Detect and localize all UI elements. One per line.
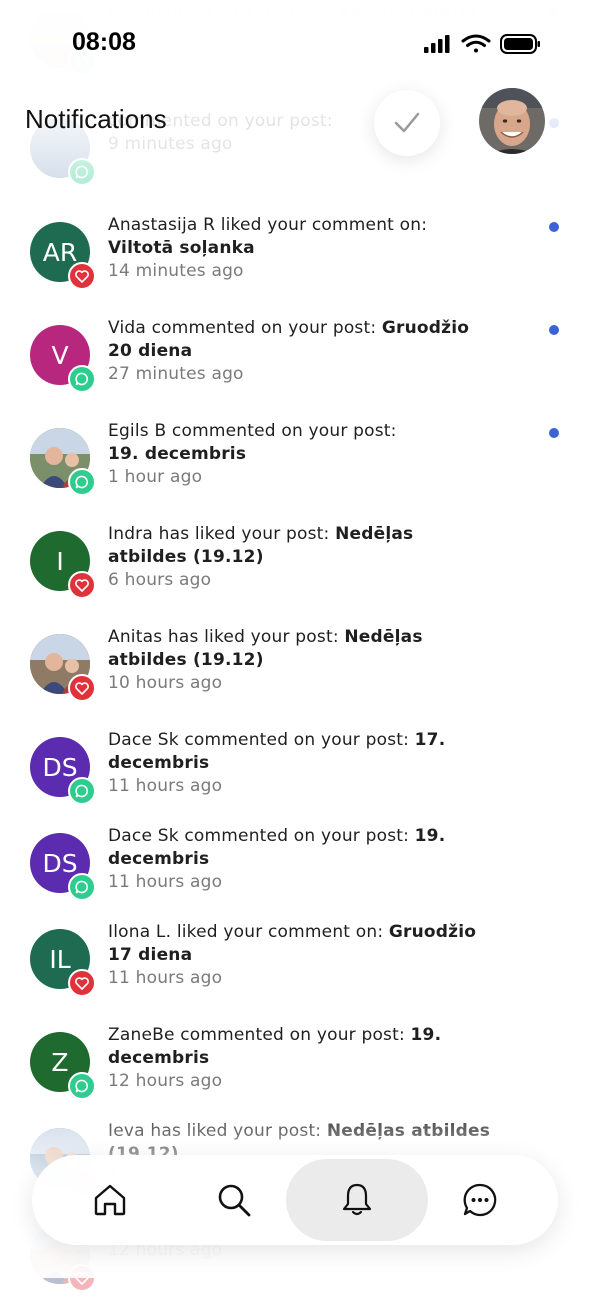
timestamp: 1 hour ago — [108, 467, 203, 487]
comment-badge — [68, 365, 96, 393]
heart-icon — [75, 269, 89, 283]
comment-bubble-icon — [75, 880, 88, 894]
notification-text: Egils B commented on your post: 19. dece… — [108, 420, 538, 488]
timestamp: 27 minutes ago — [108, 364, 244, 384]
action-text: liked your comment on: — [171, 922, 389, 942]
like-badge — [68, 571, 96, 599]
notification-text: Vida commented on your post: Gruodžio 20… — [108, 317, 493, 385]
comment-badge — [68, 873, 96, 901]
notification-row[interactable]: DS Dace Sk commented on your post: 19. de… — [0, 823, 590, 919]
heart-icon — [75, 681, 89, 695]
actor-name: Anastasija R — [108, 215, 216, 235]
actor-name: Egils B — [108, 421, 167, 441]
bell-icon — [342, 1183, 372, 1216]
timestamp: 11 hours ago — [108, 776, 223, 796]
page-title: Notifications — [25, 104, 167, 134]
notification-text: Ilona L. liked your comment on: Gruodžio… — [108, 921, 493, 989]
timestamp: 11 hours ago — [108, 968, 223, 988]
notification-text: Anastasija R liked your comment on: Vilt… — [108, 214, 538, 282]
timestamp: 10 hours ago — [108, 673, 223, 693]
actor-name: Dace Sk — [108, 826, 179, 846]
action-text: has liked your post: — [153, 524, 336, 544]
heart-icon — [75, 976, 89, 990]
notification-row[interactable]: DS Dace Sk commented on your post: 17. de… — [0, 727, 590, 823]
actor-name: Anitas — [108, 627, 163, 647]
comment-badge — [68, 468, 96, 496]
like-badge — [68, 262, 96, 290]
comment-badge — [68, 1072, 96, 1100]
status-bar-time: 08:08 — [72, 28, 136, 56]
profile-avatar[interactable] — [479, 88, 545, 154]
comment-bubble-icon — [75, 475, 88, 489]
actor-name: Vida — [108, 318, 146, 338]
home-icon — [94, 1184, 126, 1216]
chat-icon — [463, 1183, 497, 1217]
mark-all-read-button[interactable] — [374, 90, 440, 156]
tab-search[interactable] — [196, 1155, 272, 1245]
tab-bar — [32, 1155, 558, 1245]
timestamp: 12 hours ago — [108, 1071, 223, 1091]
search-icon — [218, 1184, 251, 1217]
timestamp: 14 minutes ago — [108, 261, 244, 281]
post-title[interactable]: Viltotā soļanka — [108, 238, 255, 258]
actor-name: Ilona L. — [108, 922, 172, 942]
comment-badge — [68, 777, 96, 805]
notification-text: ZaneBe commented on your post: 19. decem… — [108, 1024, 538, 1092]
notification-row[interactable]: IL Ilona L. liked your comment on: Gruodž… — [0, 919, 590, 1015]
notification-text: Anitas has liked your post: Nedēļas atbi… — [108, 626, 493, 694]
post-title[interactable]: 19. decembris — [108, 444, 246, 464]
notification-text: Dace Sk commented on your post: 17. dece… — [108, 729, 538, 797]
action-text: commented on your post: — [166, 421, 397, 441]
tab-notifications[interactable] — [286, 1159, 428, 1241]
actor-name: Indra — [108, 524, 153, 544]
timestamp: 11 hours ago — [108, 872, 223, 892]
battery-icon — [500, 34, 540, 54]
tab-messages[interactable] — [442, 1155, 518, 1245]
action-text: commented on your post: — [178, 730, 415, 750]
actor-name: ZaneBe — [108, 1025, 175, 1045]
notification-text: Dace Sk commented on your post: 19. dece… — [108, 825, 538, 893]
wifi-icon — [461, 34, 491, 53]
notification-text: Indra has liked your post: Nedēļas atbil… — [108, 523, 493, 591]
tab-home[interactable] — [72, 1155, 148, 1245]
notification-row[interactable]: I Indra has liked your post: Nedēļas atbi… — [0, 521, 590, 617]
comment-bubble-icon — [75, 1079, 88, 1093]
like-badge — [68, 674, 96, 702]
comment-bubble-icon — [75, 372, 88, 386]
action-text: liked your comment on: — [215, 215, 428, 235]
unread-dot — [549, 325, 559, 335]
notification-row[interactable]: Egils B commented on your post: 19. dece… — [0, 418, 590, 514]
action-text: commented on your post: — [146, 318, 382, 338]
actor-name: Dace Sk — [108, 730, 179, 750]
unread-dot — [549, 222, 559, 232]
action-text: has liked your post: — [162, 627, 345, 647]
heart-icon — [75, 578, 89, 592]
notification-row[interactable]: AR Anastasija R liked your comment on: Vi… — [0, 212, 590, 308]
action-text: commented on your post: — [174, 1025, 411, 1045]
unread-dot — [549, 428, 559, 438]
notification-row[interactable]: V Vida commented on your post: Gruodžio 2… — [0, 315, 590, 411]
comment-bubble-icon — [75, 784, 88, 798]
timestamp: 6 hours ago — [108, 570, 212, 590]
checkmark-icon — [394, 112, 420, 133]
like-badge — [68, 969, 96, 997]
cellular-signal-icon — [424, 35, 450, 53]
notification-row[interactable]: Anitas has liked your post: Nedēļas atbi… — [0, 624, 590, 720]
action-text: commented on your post: — [178, 826, 415, 846]
status-icons — [422, 32, 542, 56]
